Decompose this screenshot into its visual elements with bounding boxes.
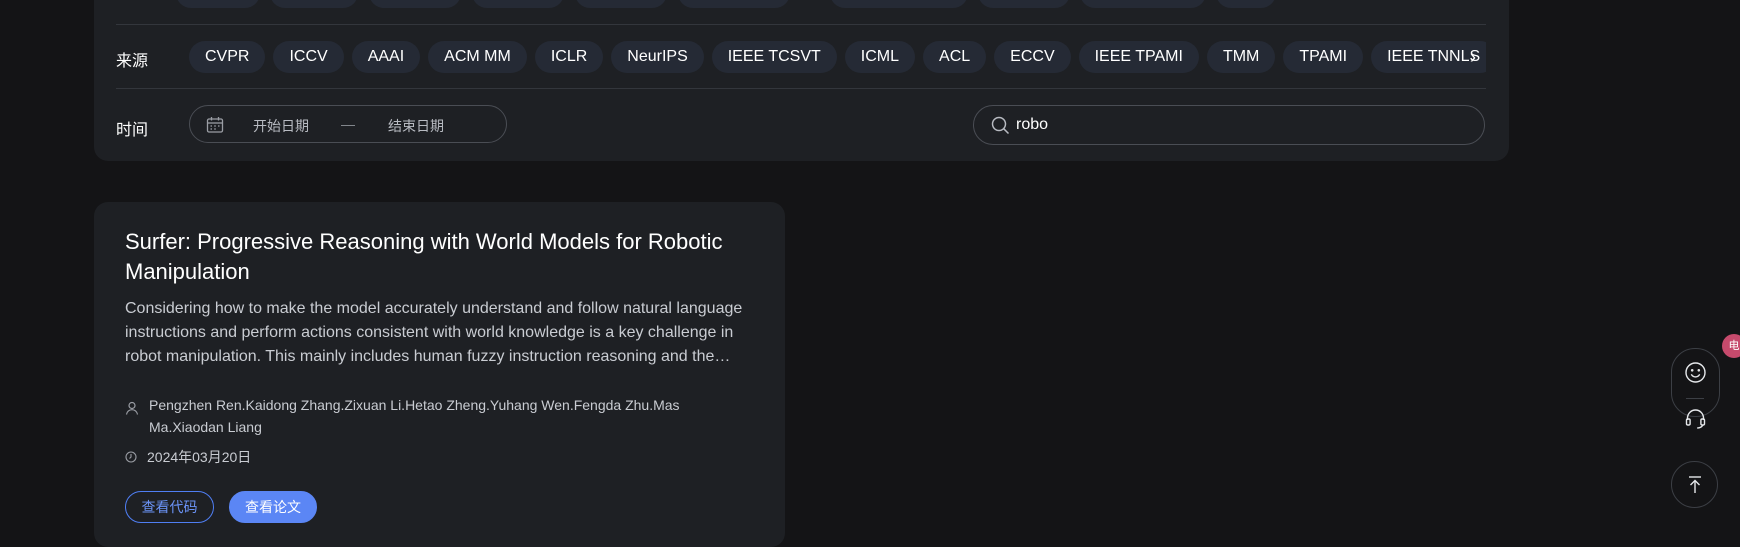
paper-card: Surfer: Progressive Reasoning with World… <box>94 202 785 547</box>
source-chip-acm-mm[interactable]: ACM MM <box>428 41 527 73</box>
end-date-field[interactable]: 结束日期 <box>388 116 444 136</box>
source-chip-ieee-tpami[interactable]: IEEE TPAMI <box>1078 41 1199 73</box>
arrow-up-to-top-icon <box>1689 476 1701 493</box>
floating-service-panel <box>1671 348 1720 429</box>
source-chip-neurips[interactable]: NeurIPS <box>611 41 704 73</box>
category-chip[interactable] <box>830 0 968 8</box>
time-label: 时间 <box>116 122 149 139</box>
category-chip[interactable] <box>176 0 260 8</box>
category-chip[interactable] <box>369 0 461 8</box>
source-chip-ieee-tnnls[interactable]: IEEE TNNLS <box>1371 41 1486 73</box>
paper-abstract: Considering how to make the model accura… <box>125 300 743 365</box>
divider <box>116 24 1486 25</box>
search-box[interactable] <box>973 105 1485 145</box>
date-separator: — <box>341 116 355 132</box>
start-date-field[interactable]: 开始日期 <box>253 116 309 136</box>
source-chip-tpami[interactable]: TPAMI <box>1283 41 1364 73</box>
paper-authors: Pengzhen Ren.Kaidong Zhang.Zixuan Li.Het… <box>125 394 725 438</box>
category-chip[interactable] <box>1080 0 1206 8</box>
divider <box>1686 398 1704 399</box>
source-chip-icml[interactable]: ICML <box>844 41 916 73</box>
paper-title[interactable]: Surfer: Progressive Reasoning with World… <box>125 227 725 287</box>
view-paper-button[interactable]: 查看论文 <box>229 491 317 523</box>
date-range-picker[interactable]: 开始日期 — 结束日期 <box>189 105 507 143</box>
source-chip-ieee-tcsvt[interactable]: IEEE TCSVT <box>711 41 837 73</box>
category-chip[interactable] <box>472 0 564 8</box>
divider <box>116 88 1486 89</box>
category-chip[interactable] <box>270 0 358 8</box>
smile-icon[interactable] <box>1684 361 1707 389</box>
source-chip-list: CVPR ICCV AAAI ACM MM ICLR NeurIPS IEEE TCSVT I… <box>189 41 1486 73</box>
calendar-icon <box>206 116 224 137</box>
category-chip-row-partial <box>96 0 1276 8</box>
chevron-right-icon[interactable]: › <box>1470 41 1476 73</box>
source-chip-iccv[interactable]: ICCV <box>273 41 344 73</box>
source-chip-cvpr[interactable]: CVPR <box>189 41 266 73</box>
user-icon <box>125 399 139 421</box>
category-chip[interactable] <box>978 0 1070 8</box>
authors-text: Pengzhen Ren.Kaidong Zhang.Zixuan Li.Het… <box>149 397 680 435</box>
clock-icon <box>125 450 137 466</box>
source-chip-eccv[interactable]: ECCV <box>994 41 1071 73</box>
source-label: 来源 <box>116 53 149 70</box>
source-chip-acl[interactable]: ACL <box>923 41 987 73</box>
source-chip-iclr[interactable]: ICLR <box>534 41 604 73</box>
date-text: 2024年03月20日 <box>147 449 252 465</box>
category-chip[interactable] <box>1216 0 1276 8</box>
search-input[interactable] <box>1016 114 1456 136</box>
headset-icon[interactable] <box>1684 407 1707 435</box>
edge-badge[interactable]: 电 <box>1722 334 1740 358</box>
source-chip-aaai[interactable]: AAAI <box>351 41 421 73</box>
search-icon <box>991 116 1010 140</box>
paper-date: 2024年03月20日 <box>125 447 251 467</box>
back-to-top-button[interactable] <box>1671 461 1718 508</box>
category-chip[interactable] <box>678 0 790 8</box>
source-chip-tmm[interactable]: TMM <box>1206 41 1276 73</box>
category-chip[interactable] <box>575 0 667 8</box>
view-code-button[interactable]: 查看代码 <box>125 491 214 523</box>
